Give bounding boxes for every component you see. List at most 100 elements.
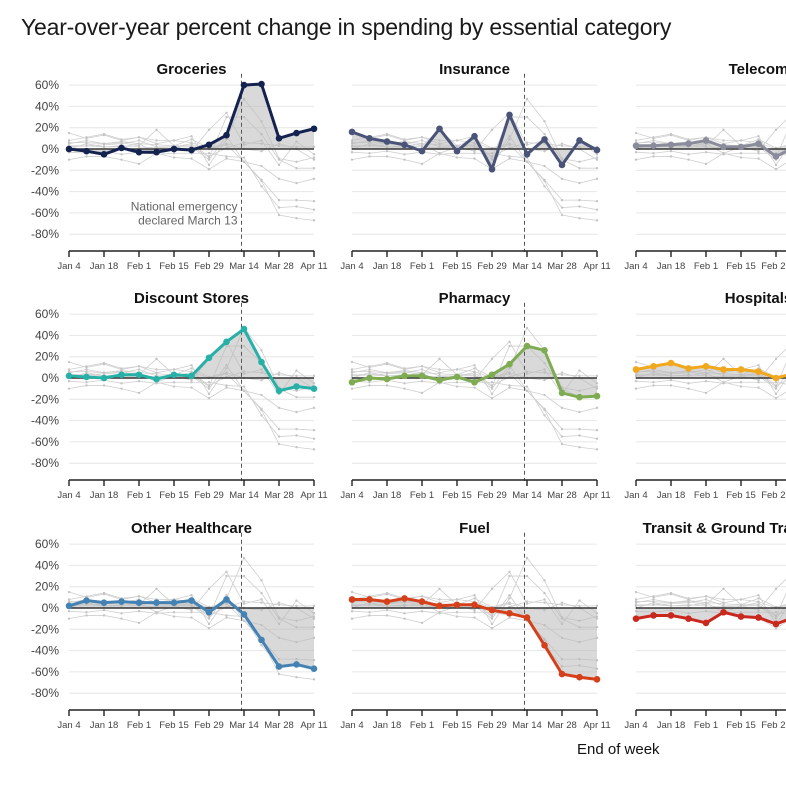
- x-tick-label: Jan 18: [90, 490, 119, 501]
- series-point: [348, 128, 356, 136]
- y-tick-label: -60%: [31, 206, 59, 220]
- background-series-point: [490, 357, 494, 361]
- background-series-point: [508, 597, 511, 600]
- background-series-point: [438, 587, 441, 591]
- background-series-point: [102, 361, 106, 365]
- background-series-point: [85, 614, 88, 617]
- background-series-point: [757, 604, 760, 608]
- series-point: [366, 374, 373, 382]
- background-series-point: [757, 386, 760, 389]
- background-series-point: [455, 385, 459, 388]
- background-series-point: [578, 434, 581, 437]
- x-tick-label: Feb 1: [410, 261, 434, 272]
- background-series-point: [277, 601, 281, 604]
- background-series-point: [595, 604, 599, 608]
- background-series-point: [207, 397, 211, 400]
- background-series-point: [578, 166, 581, 170]
- background-series-point: [137, 621, 141, 625]
- x-tick-label: Feb 1: [410, 490, 434, 501]
- background-series-point: [350, 374, 354, 378]
- series-point: [153, 599, 160, 606]
- background-series-point: [242, 160, 246, 163]
- y-tick-label: -60%: [31, 665, 59, 679]
- series-point: [541, 641, 548, 649]
- background-series-point: [207, 163, 211, 167]
- background-series-point: [190, 364, 193, 367]
- background-series-point: [260, 579, 263, 582]
- background-series-point: [172, 615, 176, 618]
- background-series-point: [490, 397, 494, 400]
- background-series-point: [385, 384, 389, 387]
- series-point: [650, 362, 657, 370]
- x-tick-label: Feb 29: [194, 490, 224, 501]
- background-series-point: [277, 672, 281, 676]
- background-series-point: [543, 149, 546, 153]
- background-series-point: [473, 149, 476, 153]
- background-series-point: [225, 614, 228, 617]
- series-point: [632, 142, 640, 150]
- series-point: [170, 371, 178, 379]
- background-series-point: [350, 609, 354, 613]
- background-series-point: [543, 120, 546, 123]
- x-tick-label: Mar 28: [547, 490, 577, 501]
- background-series-point: [578, 427, 581, 431]
- background-series-point: [137, 162, 141, 166]
- background-series-point: [385, 591, 389, 595]
- series-point: [506, 111, 513, 119]
- background-series-point: [525, 115, 529, 119]
- background-series-point: [225, 570, 228, 573]
- background-series-point: [350, 590, 354, 594]
- background-series-point: [420, 162, 424, 166]
- background-series-point: [277, 373, 281, 377]
- background-series-point: [455, 381, 459, 384]
- series-point: [258, 80, 265, 88]
- background-series-point: [137, 391, 141, 395]
- background-series-point: [722, 128, 725, 132]
- background-series-point: [508, 384, 511, 387]
- background-series-point: [277, 158, 281, 161]
- background-series-point: [634, 387, 638, 390]
- background-series-point: [207, 384, 211, 387]
- series-point: [401, 141, 408, 149]
- background-series-point: [137, 609, 141, 613]
- background-series-point: [560, 213, 564, 217]
- background-series-point: [490, 587, 494, 591]
- background-series-point: [473, 597, 476, 600]
- background-series-point: [669, 132, 673, 136]
- background-series-point: [455, 156, 459, 159]
- background-series-point: [687, 382, 690, 385]
- background-series-point: [277, 163, 281, 167]
- background-series-point: [155, 612, 158, 615]
- background-series-point: [560, 371, 564, 374]
- background-series-point: [207, 392, 211, 396]
- x-tick-label: Mar 14: [229, 261, 259, 272]
- series-point: [471, 378, 478, 386]
- background-series-point: [295, 369, 298, 372]
- background-series-point: [277, 371, 281, 374]
- background-series-point: [295, 198, 298, 202]
- y-tick-label: 60%: [35, 307, 59, 321]
- background-series-point: [85, 155, 88, 158]
- background-series-point: [102, 614, 106, 617]
- series-point: [650, 142, 657, 150]
- x-tick-label: Jan 18: [373, 261, 402, 272]
- background-series-point: [190, 386, 193, 389]
- series-point: [593, 676, 601, 683]
- background-series-point: [652, 139, 655, 142]
- panel-title: Groceries: [156, 61, 226, 78]
- background-series-point: [560, 442, 564, 446]
- background-series-point: [490, 128, 494, 132]
- background-series-point: [420, 621, 424, 625]
- background-series-point: [438, 598, 441, 601]
- series-point: [275, 387, 283, 395]
- series-point: [488, 371, 496, 379]
- x-tick-label: Jan 18: [373, 490, 402, 501]
- series-point: [576, 393, 583, 401]
- background-series-point: [578, 604, 581, 608]
- series-point: [720, 608, 727, 616]
- x-tick-label: Mar 14: [512, 261, 542, 272]
- series-point: [348, 596, 356, 603]
- background-series-point: [190, 135, 193, 138]
- background-series-point: [207, 387, 211, 390]
- series-point: [348, 378, 356, 386]
